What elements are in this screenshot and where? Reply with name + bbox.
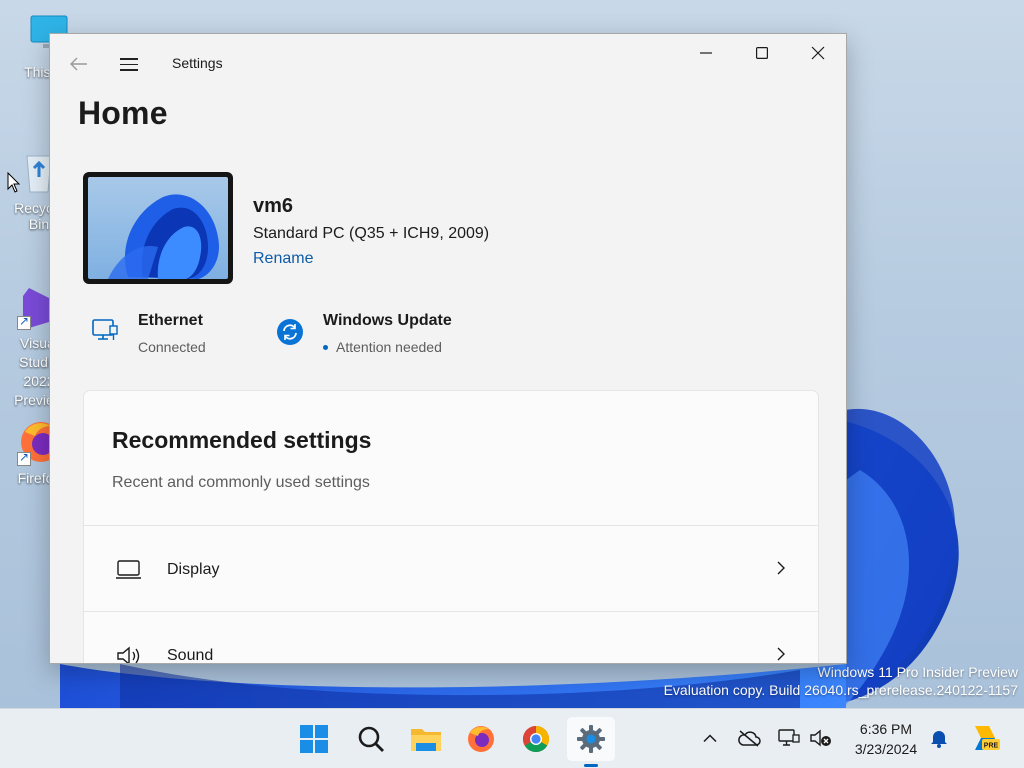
status-ethernet[interactable]: Ethernet Connected xyxy=(91,312,261,356)
active-app-indicator xyxy=(584,764,598,767)
clock[interactable]: 6:36 PM 3/23/2024 xyxy=(842,719,930,759)
search-icon xyxy=(358,726,384,752)
setting-label: Display xyxy=(167,561,220,578)
status-subtitle: Connected xyxy=(138,339,206,355)
watermark-line-2: Evaluation copy. Build 26040.rs_prerelea… xyxy=(663,682,1018,698)
show-hidden-icons-button[interactable] xyxy=(698,726,722,750)
onedrive-tray-button[interactable] xyxy=(737,726,761,750)
card-subtitle: Recent and commonly used settings xyxy=(112,474,370,491)
clock-date: 3/23/2024 xyxy=(854,741,918,757)
volume-muted-icon xyxy=(810,729,831,747)
settings-window: Settings Home vm6 Standard PC (Q35 + ICH… xyxy=(49,33,847,664)
copilot-preview-button[interactable]: PRE xyxy=(969,722,1001,754)
back-arrow-icon xyxy=(70,57,87,71)
recommended-settings-card: Recommended settings Recent and commonly… xyxy=(83,390,819,664)
cloud-offline-icon xyxy=(738,730,761,747)
bell-icon xyxy=(931,731,947,748)
maximize-icon xyxy=(756,47,768,59)
chevron-right-icon xyxy=(776,646,786,662)
ethernet-icon xyxy=(91,316,121,346)
back-button[interactable] xyxy=(66,51,92,77)
search-button[interactable] xyxy=(351,719,391,759)
volume-tray-button[interactable] xyxy=(809,726,833,750)
file-explorer-button[interactable] xyxy=(406,719,446,759)
mouse-cursor-icon xyxy=(7,172,21,193)
network-tray-button[interactable] xyxy=(777,726,801,750)
maximize-button[interactable] xyxy=(734,34,790,72)
start-button[interactable] xyxy=(294,719,334,759)
copilot-pre-icon: PRE xyxy=(975,726,1000,750)
setting-row-sound[interactable]: Sound xyxy=(84,611,818,664)
gear-icon xyxy=(577,725,605,753)
minimize-icon xyxy=(700,52,712,54)
close-icon xyxy=(811,46,825,60)
chevron-up-icon xyxy=(703,734,717,743)
build-watermark: Windows 11 Pro Insider Preview Evaluatio… xyxy=(664,664,1018,698)
chevron-right-icon xyxy=(776,560,786,576)
svg-text:PRE: PRE xyxy=(984,743,999,750)
display-icon xyxy=(116,559,142,581)
app-title: Settings xyxy=(172,55,223,71)
firefox-icon xyxy=(468,726,494,752)
navigation-menu-button[interactable] xyxy=(116,51,142,77)
sound-icon xyxy=(116,645,142,663)
settings-taskbar-button[interactable] xyxy=(567,717,615,767)
shortcut-arrow-icon xyxy=(17,450,31,466)
wallpaper-preview xyxy=(88,177,228,279)
status-subtitle-text: Attention needed xyxy=(336,339,442,355)
folder-icon xyxy=(411,729,441,751)
pc-model: Standard PC (Q35 + ICH9, 2009) xyxy=(253,225,490,242)
status-title: Ethernet xyxy=(138,312,203,329)
setting-row-display[interactable]: Display xyxy=(84,525,818,611)
close-button[interactable] xyxy=(790,34,846,72)
notifications-button[interactable] xyxy=(927,726,951,750)
clock-time: 6:36 PM xyxy=(859,721,913,737)
rename-link[interactable]: Rename xyxy=(253,250,313,268)
windows-update-icon xyxy=(276,316,306,346)
pc-thumbnail xyxy=(83,172,233,284)
watermark-line-1: Windows 11 Pro Insider Preview xyxy=(817,664,1018,680)
home-page-content[interactable]: Home vm6 Standard PC (Q35 + ICH9, 2009) … xyxy=(50,92,846,664)
status-subtitle: Attention needed xyxy=(323,339,442,355)
chrome-taskbar-button[interactable] xyxy=(516,719,556,759)
status-title: Windows Update xyxy=(323,312,452,329)
attention-dot xyxy=(323,344,328,350)
title-bar[interactable]: Settings xyxy=(50,34,846,92)
windows-logo-icon xyxy=(300,725,328,753)
shortcut-arrow-icon xyxy=(17,314,31,330)
chrome-icon xyxy=(522,725,550,753)
page-title: Home xyxy=(78,95,168,131)
card-title: Recommended settings xyxy=(112,427,372,453)
setting-label: Sound xyxy=(167,647,214,664)
firefox-taskbar-button[interactable] xyxy=(461,719,501,759)
taskbar: 6:36 PM 3/23/2024 PRE xyxy=(0,708,1024,768)
pc-name: vm6 xyxy=(253,195,294,217)
network-icon xyxy=(778,729,800,746)
minimize-button[interactable] xyxy=(678,34,734,72)
status-windows-update[interactable]: Windows Update Attention needed xyxy=(276,312,476,356)
